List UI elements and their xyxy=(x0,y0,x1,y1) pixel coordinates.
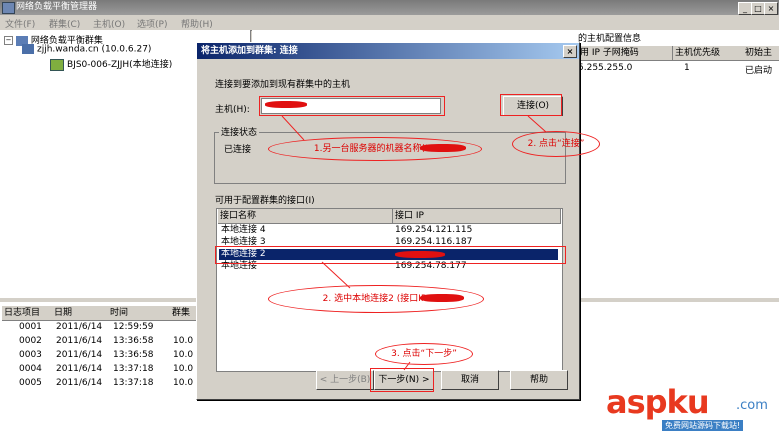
watermark-tagline: 免费网站源码下载站! xyxy=(662,420,744,431)
arrow-2 xyxy=(527,115,547,133)
aspku-watermark: aspku .com 免费网站源码下载站! xyxy=(606,384,776,434)
annotation-arrows xyxy=(281,115,547,371)
annotation-4: 3. 点击“下一步” xyxy=(375,343,473,365)
watermark-brand: aspku xyxy=(606,383,710,421)
redacted-ip-note-2 xyxy=(420,294,464,302)
annotation-3-text: 2. 选中本地连接2 (接口IP: xyxy=(322,294,430,304)
annotation-2: 2. 点击“连接” xyxy=(512,131,600,157)
redacted-ip-note xyxy=(420,144,466,152)
annotation-2-text: 2. 点击“连接” xyxy=(527,139,585,149)
annotation-1-text: 1.另一台服务器的机器名称(IP: xyxy=(313,144,437,154)
annotation-4-text: 3. 点击“下一步” xyxy=(391,349,457,359)
arrow-3 xyxy=(321,261,351,289)
arrow-1 xyxy=(281,115,305,141)
watermark-tld: .com xyxy=(736,398,768,413)
